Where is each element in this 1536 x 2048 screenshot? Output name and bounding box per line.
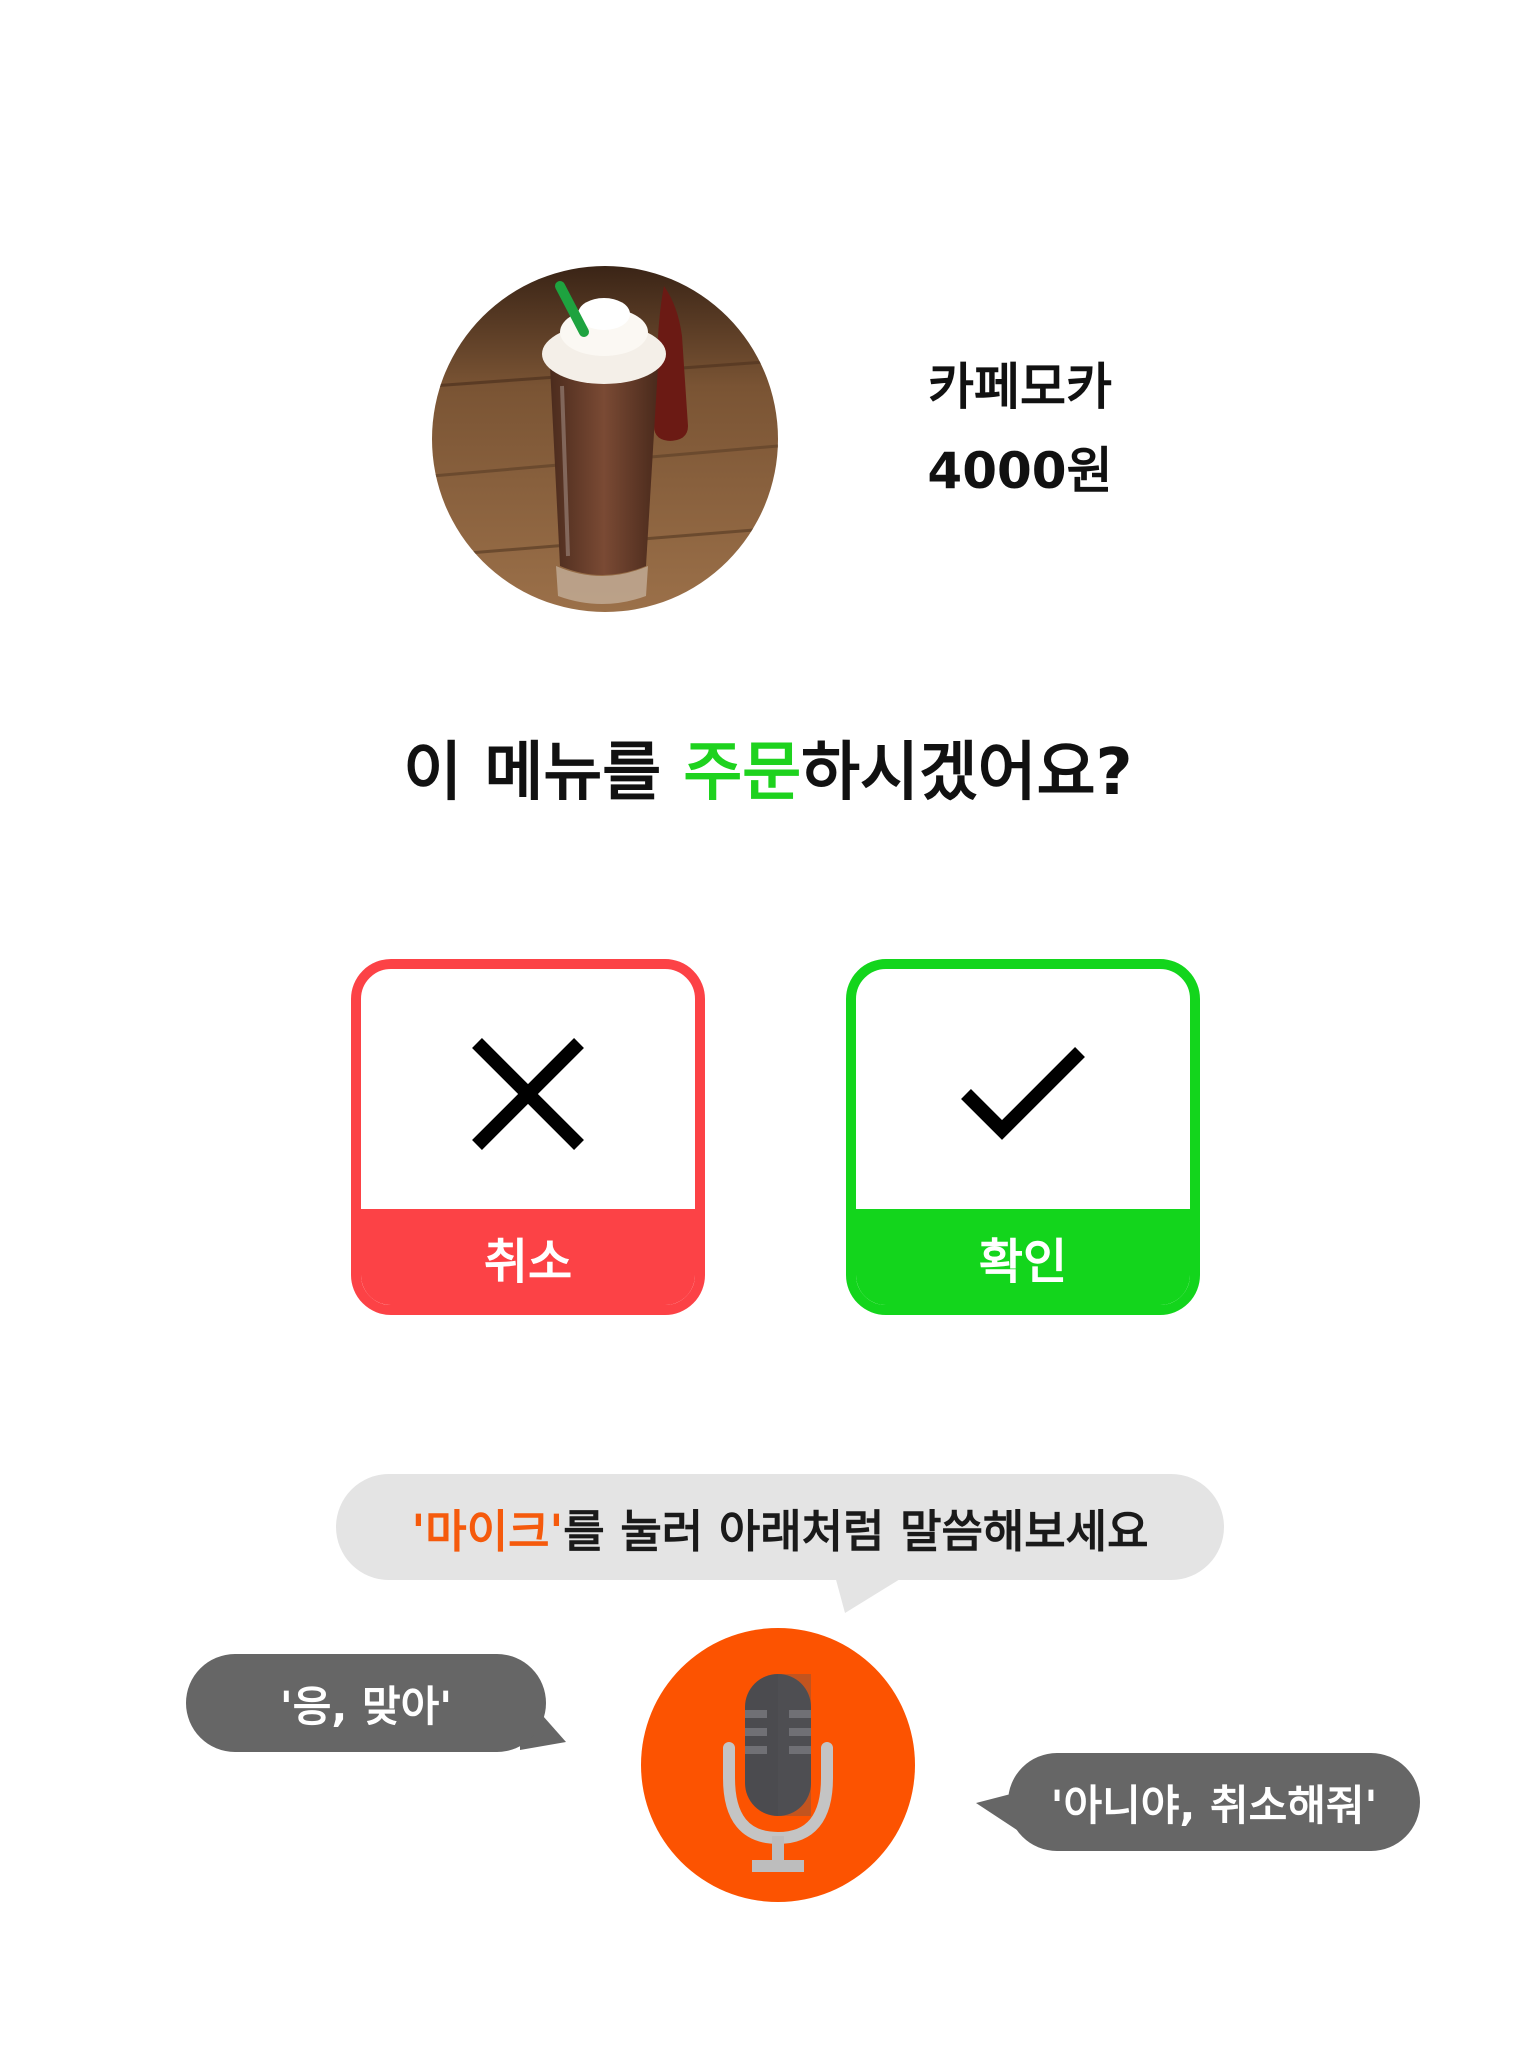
no-phrase-text: '아니야, 취소해줘' <box>1050 1780 1378 1830</box>
voice-hint-bubble: '마이크' 를 눌러 아래처럼 말씀해보세요 <box>336 1474 1224 1580</box>
confirm-label: 확인 <box>856 1209 1190 1305</box>
question-highlight: 주문 <box>683 736 802 810</box>
hint-bubble-tail <box>835 1576 905 1613</box>
yes-phrase-bubble: '응, 맞아' <box>186 1654 546 1752</box>
cancel-button[interactable]: 취소 <box>351 959 705 1315</box>
hint-mic-word: '마이크' <box>411 1504 564 1558</box>
product-info: 카페모카 4000원 <box>860 345 1180 513</box>
microphone-icon <box>723 1674 833 1872</box>
cancel-label: 취소 <box>361 1209 695 1305</box>
product-price: 4000원 <box>927 442 1113 500</box>
question-suffix: 하시겠어요? <box>801 736 1133 810</box>
microphone-button[interactable] <box>641 1628 915 1902</box>
check-icon <box>856 969 1190 1219</box>
confirm-button[interactable]: 확인 <box>846 959 1200 1315</box>
question-prefix: 이 메뉴를 <box>403 736 684 810</box>
close-icon <box>361 969 695 1219</box>
hint-text: 를 눌러 아래처럼 말씀해보세요 <box>563 1504 1149 1558</box>
product-image <box>432 266 778 612</box>
order-question: 이 메뉴를 주문하시겠어요? <box>0 728 1536 818</box>
product-name: 카페모카 <box>928 358 1112 416</box>
yes-phrase-text: '응, 맞아' <box>279 1681 453 1731</box>
no-phrase-bubble: '아니야, 취소해줘' <box>1008 1753 1420 1851</box>
iced-cafe-mocha-photo <box>432 266 778 612</box>
